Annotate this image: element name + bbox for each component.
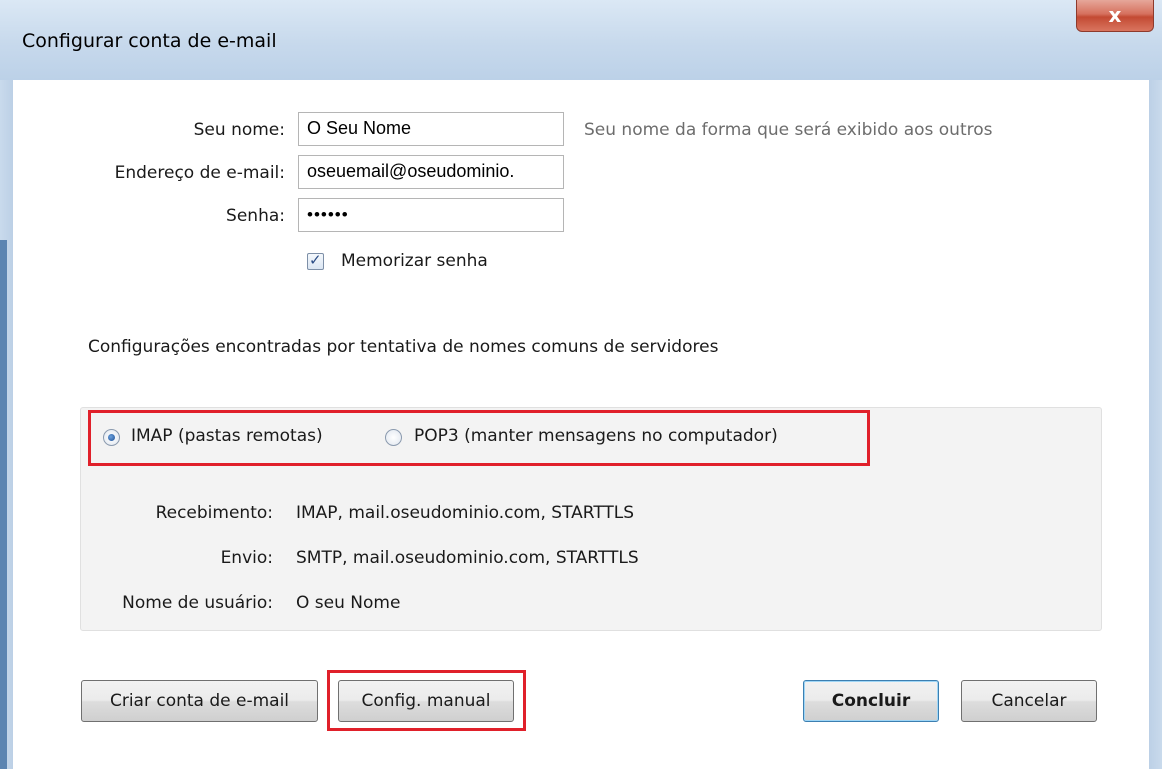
outgoing-label: Envio: <box>220 548 273 568</box>
radio-selected-icon <box>108 434 115 441</box>
incoming-label: Recebimento: <box>155 503 273 523</box>
done-button[interactable]: Concluir <box>803 680 939 722</box>
title-bar: Configurar conta de e-mail x <box>0 0 1162 81</box>
incoming-value: IMAP, mail.oseudominio.com, STARTTLS <box>296 503 635 523</box>
manual-config-button[interactable]: Config. manual <box>338 680 514 722</box>
window-frame-left <box>0 80 13 769</box>
cancel-button[interactable]: Cancelar <box>961 680 1097 722</box>
imap-radio[interactable] <box>103 429 120 446</box>
remember-password-checkbox[interactable]: ✓ <box>307 251 324 270</box>
name-hint: Seu nome da forma que será exibido aos o… <box>584 120 993 140</box>
remember-password-label[interactable]: Memorizar senha <box>341 251 488 271</box>
name-label: Seu nome: <box>193 120 285 140</box>
email-label: Endereço de e-mail: <box>114 163 285 183</box>
email-input[interactable]: oseuemail@oseudominio. <box>298 155 564 189</box>
outgoing-value: SMTP, mail.oseudominio.com, STARTTLS <box>296 548 639 568</box>
window-frame-right <box>1149 80 1162 769</box>
password-input[interactable]: •••••• <box>298 198 564 232</box>
close-button[interactable]: x <box>1076 0 1154 32</box>
config-status-text: Configurações encontradas por tentativa … <box>88 337 719 357</box>
username-label: Nome de usuário: <box>122 593 273 613</box>
pop3-radio[interactable] <box>385 429 402 446</box>
dialog-body: Seu nome: O Seu Nome Seu nome da forma q… <box>13 80 1149 769</box>
name-input[interactable]: O Seu Nome <box>298 112 564 146</box>
imap-label[interactable]: IMAP (pastas remotas) <box>131 426 323 446</box>
close-icon[interactable]: x <box>1077 3 1153 27</box>
username-value: O seu Nome <box>296 593 401 613</box>
window-title: Configurar conta de e-mail <box>22 30 277 52</box>
password-label: Senha: <box>226 206 285 226</box>
checkbox-check-icon: ✓ <box>309 251 322 269</box>
create-account-button[interactable]: Criar conta de e-mail <box>81 680 318 722</box>
pop3-label[interactable]: POP3 (manter mensagens no computador) <box>414 426 778 446</box>
